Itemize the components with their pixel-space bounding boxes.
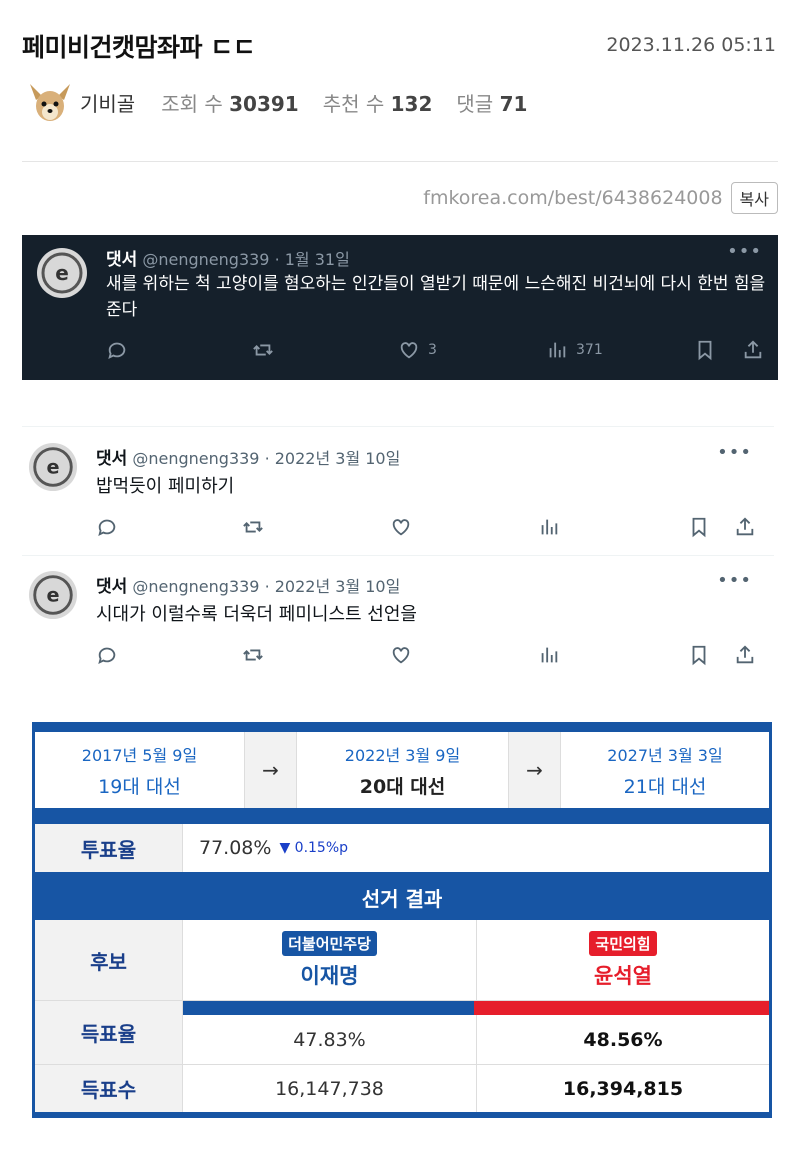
vote-rate-label: 득표율 [35, 1001, 183, 1064]
views-icon[interactable]: 371 [546, 339, 603, 361]
post-url[interactable]: fmkorea.com/best/6438624008 [423, 187, 722, 209]
share-icon[interactable] [734, 644, 756, 666]
vote-share-bar [183, 1001, 769, 1015]
post-url-row: fmkorea.com/best/6438624008 복사 [423, 182, 778, 214]
tweet-text: 새를 위하는 척 고양이를 혐오하는 인간들이 열받기 때문에 느슨해진 비건뇌… [106, 274, 766, 320]
tweet-author-name[interactable]: 댓서 [96, 577, 127, 597]
tweet-actions [96, 644, 756, 670]
like-count: 3 [428, 342, 437, 358]
timeline-arrow: → [245, 732, 297, 808]
tweet-header: 댓서 @nengneng339 · 1월 31일 [106, 245, 350, 270]
post-title: 페미비건캣맘좌파 ㄷㄷ [22, 33, 256, 62]
tweet-card: e 댓서 @nengneng339 · 2022년 3월 10일 ••• 밥먹듯… [22, 428, 774, 554]
more-options-icon[interactable]: ••• [717, 570, 752, 591]
tweet-avatar-icon[interactable]: e [28, 442, 78, 492]
tweet-card-dark: e 댓서 @nengneng339 · 1월 31일 ••• 새를 위하는 척 … [22, 235, 778, 380]
more-options-icon[interactable]: ••• [727, 241, 762, 262]
tweet-author-name[interactable]: 댓서 [106, 250, 137, 270]
vote-count-label: 득표수 [35, 1065, 183, 1112]
vote-count-row: 득표수 16,147,738 16,394,815 [35, 1064, 769, 1112]
bookmark-icon[interactable] [694, 339, 716, 361]
tweet-card: e 댓서 @nengneng339 · 2022년 3월 10일 ••• 시대가… [22, 556, 774, 680]
post-date: 2023.11.26 05:11 [606, 34, 776, 56]
timeline-prev[interactable]: 2017년 5월 9일 19대 대선 [35, 732, 245, 808]
tweet-author-name[interactable]: 댓서 [96, 449, 127, 469]
election-timeline: 2017년 5월 9일 19대 대선 → 2022년 3월 9일 20대 대선 … [35, 732, 769, 808]
turnout-delta: ▼ 0.15%p [279, 840, 349, 856]
candidate-1[interactable]: 더불어민주당 이재명 [183, 920, 477, 1000]
svg-text:e: e [46, 584, 59, 607]
tweet-handle-date: @nengneng339 · 2022년 3월 10일 [132, 577, 401, 596]
election-result-table: 2017년 5월 9일 19대 대선 → 2022년 3월 9일 20대 대선 … [32, 722, 772, 1118]
vote-count-2: 16,394,815 [562, 1077, 684, 1100]
view-count: 371 [576, 342, 603, 358]
retweet-icon[interactable] [252, 339, 274, 361]
comments-stat: 댓글 71 [456, 91, 528, 116]
tweet-handle-date: @nengneng339 · 1월 31일 [142, 250, 350, 269]
candidate-name-2: 윤석열 [594, 963, 652, 988]
bookmark-icon[interactable] [688, 516, 710, 538]
author-avatar-icon[interactable] [26, 78, 74, 126]
vote-rate-row: 득표율 47.83% 48.56% [35, 1000, 769, 1064]
candidate-label: 후보 [35, 920, 183, 1000]
candidate-name-1: 이재명 [300, 963, 359, 988]
candidate-row: 후보 더불어민주당 이재명 국민의힘 윤석열 [35, 920, 769, 1000]
bookmark-icon[interactable] [688, 644, 710, 666]
tweet-actions: 3 371 [106, 339, 764, 365]
svg-text:e: e [46, 456, 59, 479]
tweet-header: 댓서 @nengneng339 · 2022년 3월 10일 [96, 572, 400, 597]
turnout-label: 투표율 [35, 824, 183, 872]
divider [22, 426, 774, 427]
recommend-stat: 추천 수 132 [322, 91, 433, 116]
author-row: 기비골 조회 수 30391 추천 수 132 댓글 71 [26, 78, 551, 126]
timeline-arrow: → [509, 732, 561, 808]
tweet-text: 밥먹듯이 페미하기 [96, 476, 235, 497]
views-icon[interactable] [538, 644, 560, 666]
like-icon[interactable] [390, 516, 412, 538]
views-stat: 조회 수 30391 [161, 91, 299, 116]
divider [22, 161, 778, 162]
turnout-value: 77.08% ▼ 0.15%p [199, 837, 349, 859]
tweet-actions [96, 516, 756, 542]
vote-share-bar-1 [183, 1001, 474, 1015]
tweet-avatar-icon[interactable]: e [36, 247, 88, 299]
candidate-2[interactable]: 국민의힘 윤석열 [477, 920, 769, 1000]
copy-url-button[interactable]: 복사 [730, 182, 778, 214]
tweet-handle-date: @nengneng339 · 2022년 3월 10일 [132, 449, 401, 468]
tweet-avatar-icon[interactable]: e [28, 570, 78, 620]
vote-rate-1: 47.83% [183, 1015, 477, 1064]
share-icon[interactable] [742, 339, 764, 361]
party-badge-2: 국민의힘 [589, 930, 657, 956]
reply-icon[interactable] [96, 644, 118, 666]
author-name[interactable]: 기비골 [80, 88, 135, 117]
share-icon[interactable] [734, 516, 756, 538]
result-header: 선거 결과 [35, 874, 769, 920]
party-badge-1: 더불어민주당 [282, 930, 377, 956]
svg-text:e: e [55, 261, 69, 285]
like-icon[interactable] [390, 644, 412, 666]
tweet-text: 시대가 이럴수록 더욱더 페미니스트 선언을 [96, 604, 417, 625]
vote-count-1: 16,147,738 [183, 1065, 477, 1112]
views-icon[interactable] [538, 516, 560, 538]
more-options-icon[interactable]: ••• [717, 442, 752, 463]
vote-share-bar-2 [473, 1001, 769, 1015]
reply-icon[interactable] [96, 516, 118, 538]
timeline-current: 2022년 3월 9일 20대 대선 [297, 732, 509, 808]
reply-icon[interactable] [106, 339, 128, 361]
tweet-header: 댓서 @nengneng339 · 2022년 3월 10일 [96, 444, 400, 469]
vote-rate-2: 48.56% [583, 1028, 663, 1051]
retweet-icon[interactable] [242, 644, 264, 666]
like-icon[interactable]: 3 [398, 339, 437, 361]
turnout-row: 투표율 77.08% ▼ 0.15%p [35, 824, 769, 872]
retweet-icon[interactable] [242, 516, 264, 538]
timeline-next[interactable]: 2027년 3월 3일 21대 대선 [561, 732, 769, 808]
